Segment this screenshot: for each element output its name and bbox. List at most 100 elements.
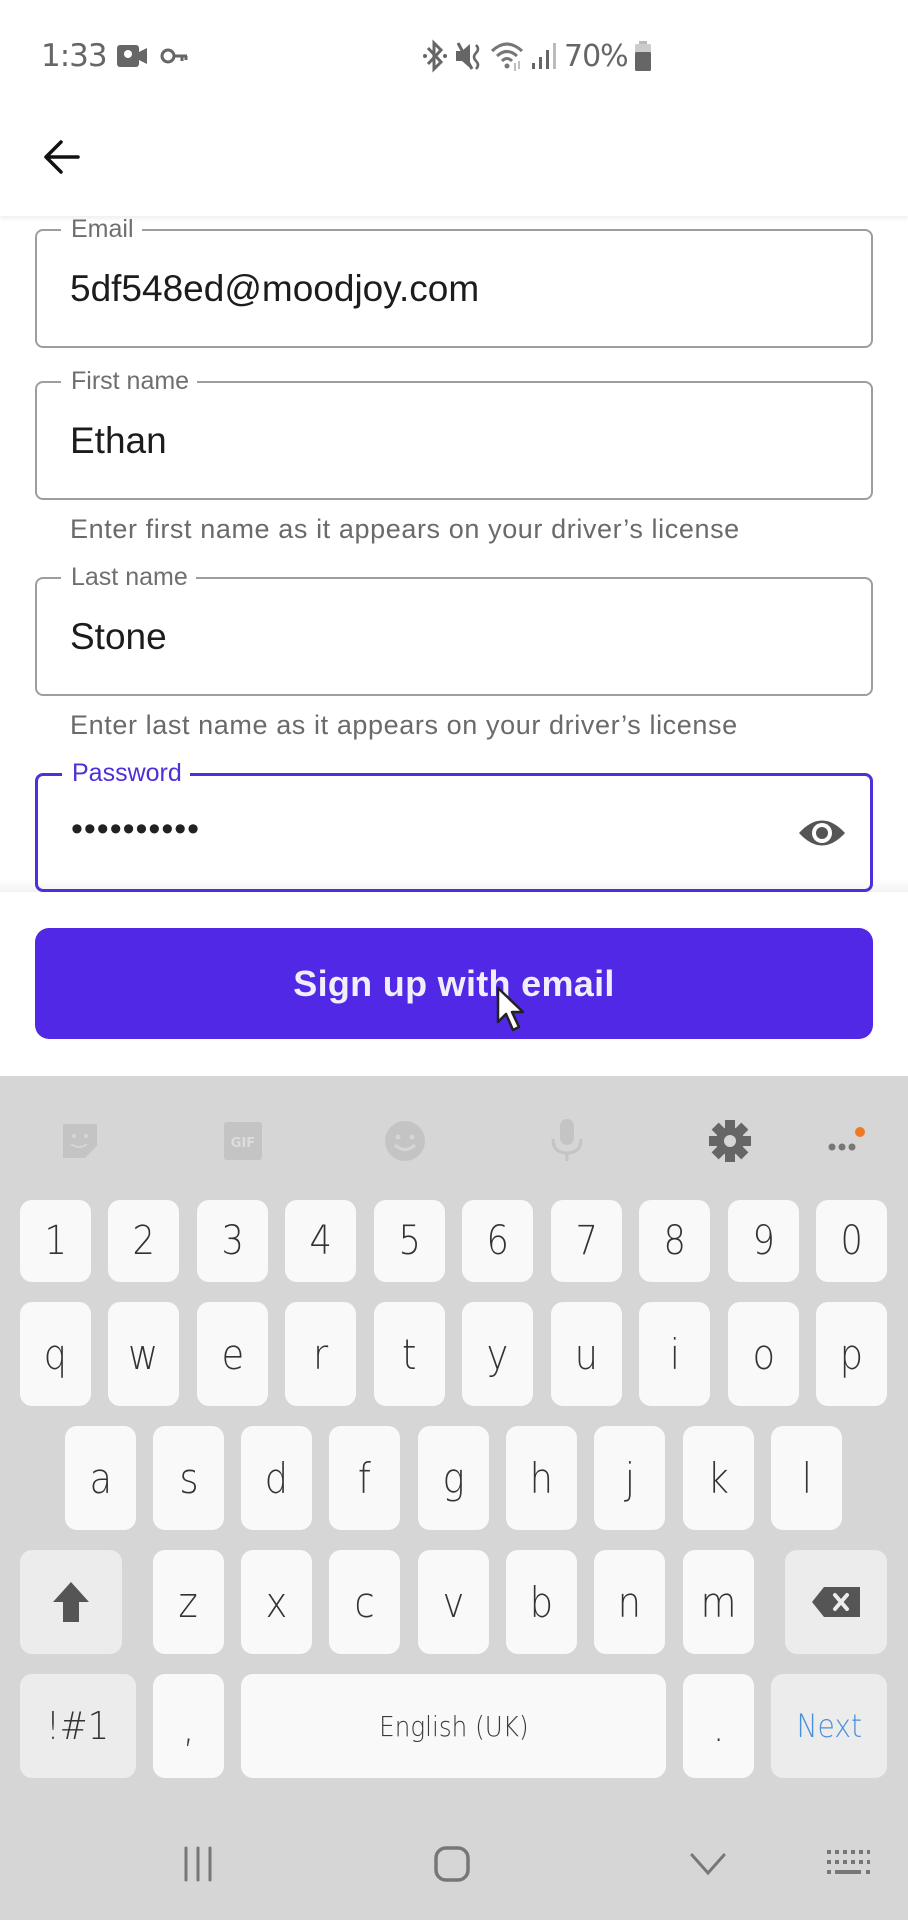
key-g[interactable]: g xyxy=(418,1426,489,1530)
key-i[interactable]: i xyxy=(639,1302,710,1406)
eye-icon xyxy=(799,820,845,846)
password-field[interactable]: Password •••••••••• xyxy=(35,759,873,892)
shift-arrow-icon xyxy=(53,1582,89,1622)
wifi-icon xyxy=(490,42,524,71)
key-l[interactable]: l xyxy=(771,1426,842,1530)
gif-button[interactable]: GIF xyxy=(218,1116,268,1166)
key-n[interactable]: n xyxy=(594,1550,665,1654)
key-e[interactable]: e xyxy=(197,1302,268,1406)
space-key[interactable]: English (UK) xyxy=(241,1674,666,1778)
vpn-key-icon xyxy=(160,48,188,64)
key-b[interactable]: b xyxy=(506,1550,577,1654)
home-icon xyxy=(434,1846,470,1882)
key-u[interactable]: u xyxy=(551,1302,622,1406)
bluetooth-icon xyxy=(423,39,447,73)
hide-keyboard-button[interactable] xyxy=(678,1836,738,1892)
settings-gear-icon xyxy=(709,1120,751,1162)
key-y[interactable]: y xyxy=(462,1302,533,1406)
signup-form: Email 5df548ed@moodjoy.com First name Et… xyxy=(0,216,908,892)
first-name-field[interactable]: First name Ethan xyxy=(35,367,873,500)
battery-icon xyxy=(634,41,651,71)
key-r[interactable]: r xyxy=(285,1302,356,1406)
key-j[interactable]: j xyxy=(594,1426,665,1530)
first-name-label: First name xyxy=(61,367,198,395)
comma-key[interactable]: , xyxy=(153,1674,224,1778)
key-6[interactable]: 6 xyxy=(462,1200,533,1282)
key-v[interactable]: v xyxy=(418,1550,489,1654)
status-bar: 1:33 70% xyxy=(0,0,908,110)
email-label: Email xyxy=(61,216,142,243)
key-0[interactable]: 0 xyxy=(816,1200,887,1282)
app-header xyxy=(0,110,908,216)
arrow-left-icon xyxy=(44,140,80,174)
sign-up-button-label: Sign up with email xyxy=(293,962,615,1004)
key-h[interactable]: h xyxy=(506,1426,577,1530)
symbols-key[interactable]: !#1 xyxy=(20,1674,136,1778)
key-m[interactable]: m xyxy=(683,1550,754,1654)
key-9[interactable]: 9 xyxy=(728,1200,799,1282)
key-k[interactable]: k xyxy=(683,1426,754,1530)
keyboard-switch-button[interactable] xyxy=(818,1836,878,1892)
key-7[interactable]: 7 xyxy=(551,1200,622,1282)
last-name-field[interactable]: Last name Stone xyxy=(35,563,873,696)
key-z[interactable]: z xyxy=(153,1550,224,1654)
key-1[interactable]: 1 xyxy=(20,1200,91,1282)
email-field[interactable]: Email 5df548ed@moodjoy.com xyxy=(35,216,873,348)
key-c[interactable]: c xyxy=(329,1550,400,1654)
shift-key[interactable] xyxy=(20,1550,122,1654)
home-button[interactable] xyxy=(422,1836,482,1892)
first-name-value[interactable]: Ethan xyxy=(70,419,167,463)
key-2[interactable]: 2 xyxy=(108,1200,179,1282)
more-options-icon xyxy=(828,1127,865,1151)
key-a[interactable]: a xyxy=(65,1426,136,1530)
gif-icon: GIF xyxy=(224,1122,262,1160)
keyboard-settings-button[interactable] xyxy=(705,1116,755,1166)
navigation-bar xyxy=(0,1806,908,1920)
password-value[interactable]: •••••••••• xyxy=(71,810,200,849)
backspace-key[interactable] xyxy=(785,1550,887,1654)
recent-apps-icon xyxy=(184,1846,212,1882)
key-w[interactable]: w xyxy=(108,1302,179,1406)
key-o[interactable]: o xyxy=(728,1302,799,1406)
sticker-button[interactable] xyxy=(55,1116,105,1166)
video-recording-icon xyxy=(117,45,147,67)
last-name-label: Last name xyxy=(61,563,196,591)
email-value[interactable]: 5df548ed@moodjoy.com xyxy=(70,267,479,311)
key-f[interactable]: f xyxy=(329,1426,400,1530)
voice-input-button[interactable] xyxy=(542,1116,592,1166)
key-3[interactable]: 3 xyxy=(197,1200,268,1282)
keyboard-toolbar: GIF xyxy=(0,1076,908,1196)
battery-percent: 70% xyxy=(564,38,629,74)
sign-up-with-email-button[interactable]: Sign up with email xyxy=(35,928,873,1039)
key-d[interactable]: d xyxy=(241,1426,312,1530)
key-q[interactable]: q xyxy=(20,1302,91,1406)
key-p[interactable]: p xyxy=(816,1302,887,1406)
status-icons: 70% xyxy=(422,38,652,74)
more-options-button[interactable] xyxy=(822,1116,872,1166)
toggle-password-visibility-button[interactable] xyxy=(796,813,848,853)
next-key[interactable]: Next xyxy=(771,1674,887,1778)
last-name-helper: Enter last name as it appears on your dr… xyxy=(70,710,738,740)
key-5[interactable]: 5 xyxy=(374,1200,445,1282)
key-x[interactable]: x xyxy=(241,1550,312,1654)
first-name-helper: Enter first name as it appears on your d… xyxy=(70,514,740,544)
mute-vibrate-icon xyxy=(456,42,480,70)
notification-dot xyxy=(855,1127,865,1137)
keyboard-switch-icon xyxy=(827,1850,870,1874)
key-8[interactable]: 8 xyxy=(639,1200,710,1282)
password-label: Password xyxy=(62,759,190,787)
last-name-value[interactable]: Stone xyxy=(70,615,167,659)
backspace-icon xyxy=(812,1587,860,1617)
period-key[interactable]: . xyxy=(683,1674,754,1778)
emoji-button[interactable] xyxy=(380,1116,430,1166)
key-s[interactable]: s xyxy=(153,1426,224,1530)
sticker-icon xyxy=(63,1124,97,1158)
on-screen-keyboard: GIF 1 2 3 4 5 6 7 8 9 0 q w e r t y u i … xyxy=(0,1076,908,1806)
key-t[interactable]: t xyxy=(374,1302,445,1406)
microphone-icon xyxy=(551,1119,583,1161)
key-4[interactable]: 4 xyxy=(285,1200,356,1282)
mouse-cursor-icon xyxy=(496,986,525,1032)
hide-keyboard-icon xyxy=(690,1853,726,1876)
back-button[interactable] xyxy=(36,132,86,182)
recent-apps-button[interactable] xyxy=(168,1836,228,1892)
